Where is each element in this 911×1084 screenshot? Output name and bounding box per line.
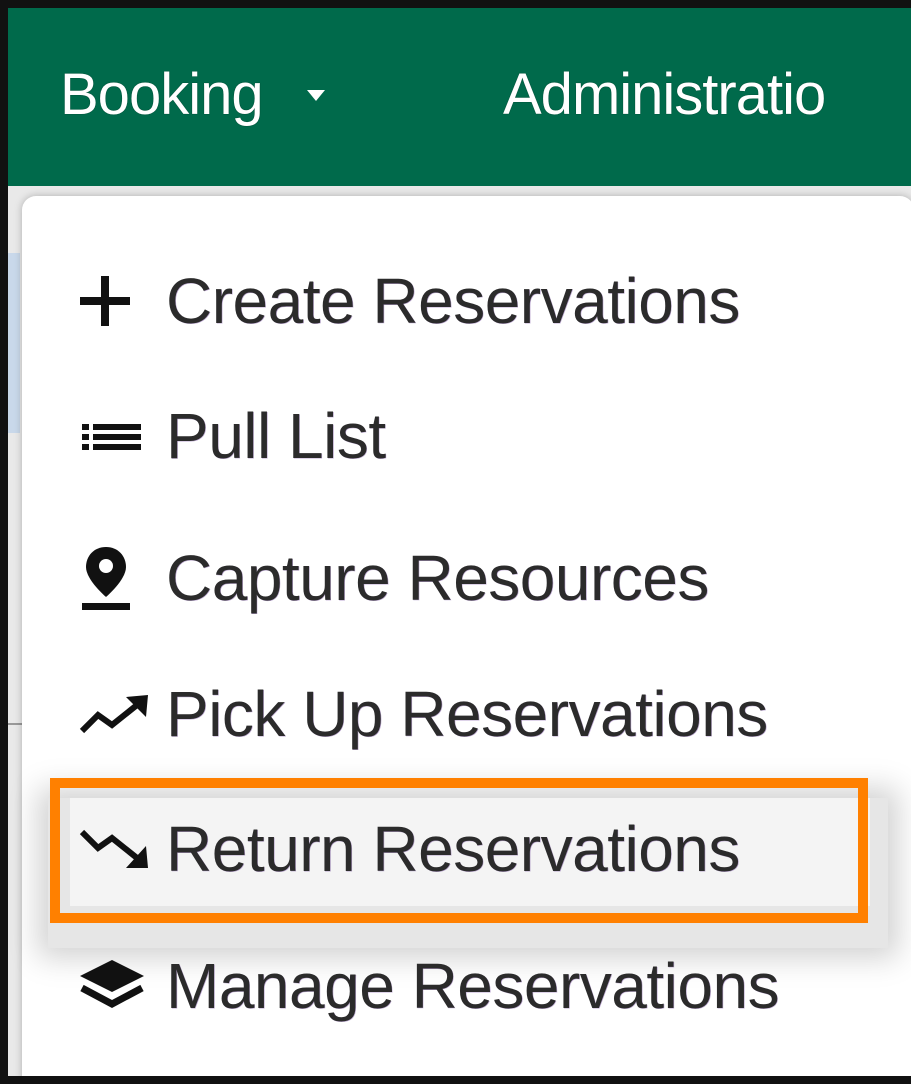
layers-icon xyxy=(76,946,166,1026)
menu-item-create-reservations[interactable]: Create Reservations xyxy=(76,251,740,351)
nav-booking-dropdown[interactable]: Booking xyxy=(60,66,325,124)
menu-item-pick-up-reservations[interactable]: Pick Up Reservations xyxy=(76,664,768,764)
top-navbar: Booking Administratio xyxy=(8,8,911,186)
menu-item-label: Capture Resources xyxy=(166,542,709,614)
nav-administration-label: Administratio xyxy=(503,62,826,127)
menu-item-label: Create Reservations xyxy=(166,265,740,337)
trend-down-icon xyxy=(76,809,166,889)
menu-item-return-reservations[interactable]: Return Reservations xyxy=(76,799,740,899)
menu-item-label: Pick Up Reservations xyxy=(166,678,768,750)
nav-administration[interactable]: Administratio xyxy=(503,66,826,124)
menu-item-label: Return Reservations xyxy=(166,813,740,885)
menu-item-label: Pull List xyxy=(166,400,386,472)
menu-item-label: Manage Reservations xyxy=(166,950,780,1022)
screenshot-frame: Booking Administratio Create Reservation… xyxy=(0,0,911,1084)
trend-up-icon xyxy=(76,674,166,754)
background-page-strip xyxy=(8,253,20,433)
list-icon xyxy=(76,396,166,476)
plus-icon xyxy=(76,261,166,341)
menu-item-capture-resources[interactable]: Capture Resources xyxy=(76,528,709,628)
background-divider xyxy=(8,723,22,725)
caret-down-icon xyxy=(306,89,325,101)
menu-item-manage-reservations[interactable]: Manage Reservations xyxy=(76,936,780,1036)
map-marker-icon xyxy=(76,538,166,618)
menu-item-pull-list[interactable]: Pull List xyxy=(76,386,386,486)
nav-booking-label: Booking xyxy=(60,62,264,127)
